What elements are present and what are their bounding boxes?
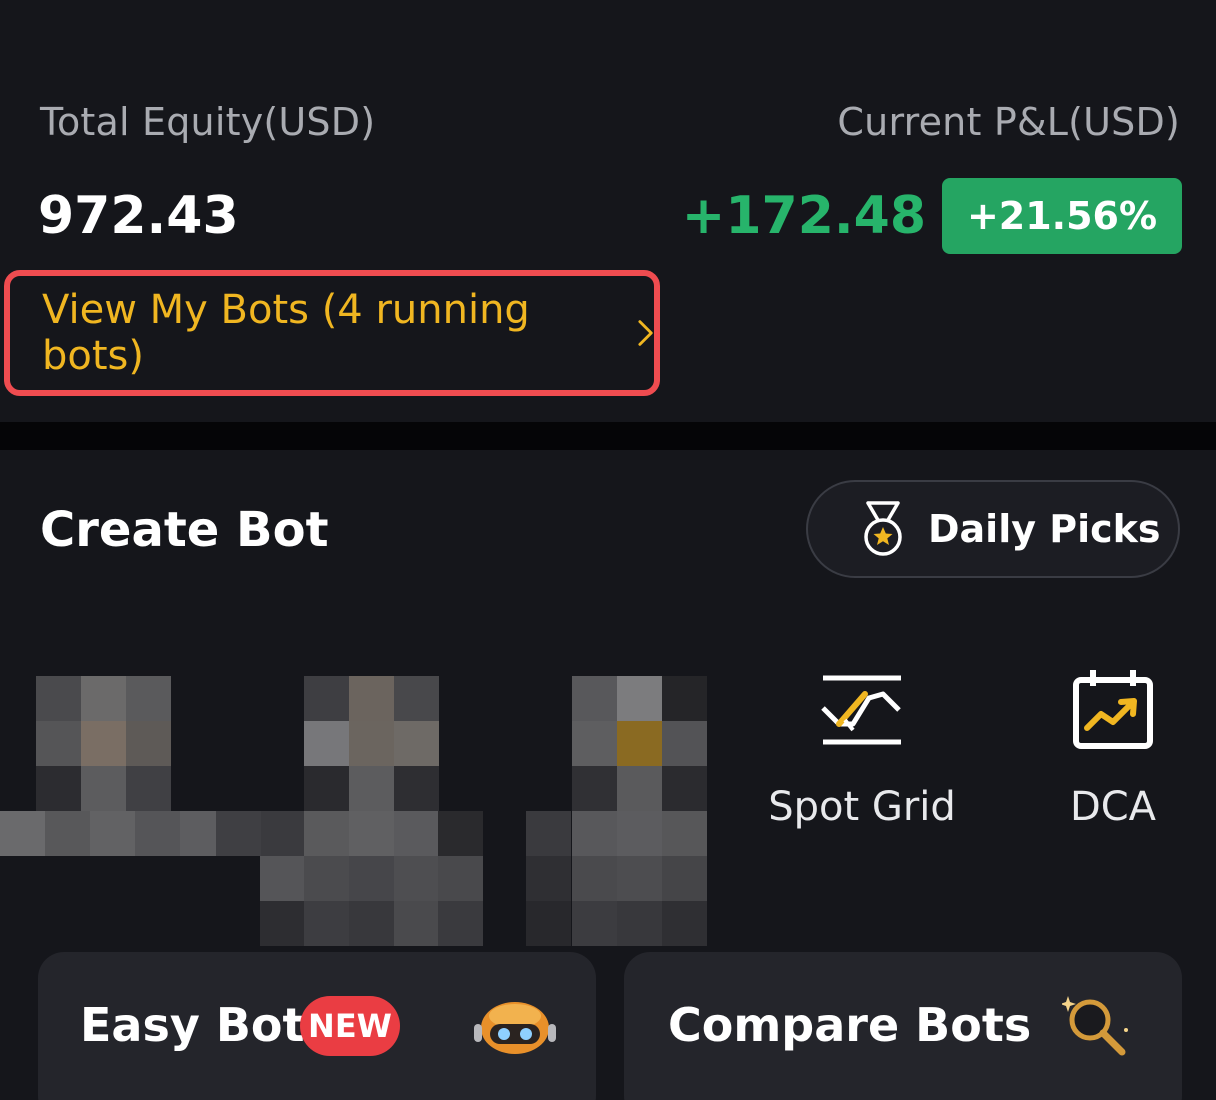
daily-picks-label: Daily Picks: [928, 507, 1161, 551]
pnl-value: +172.48: [681, 186, 926, 246]
easy-bot-label: Easy Bot: [80, 998, 305, 1052]
view-my-bots-link[interactable]: View My Bots (4 running bots): [4, 270, 660, 396]
spot-grid-icon: [821, 675, 901, 745]
create-bot-title: Create Bot: [40, 502, 329, 558]
compare-bots-label: Compare Bots: [668, 998, 1032, 1052]
pnl-percent-badge: +21.56%: [942, 178, 1182, 254]
medal-icon: [864, 501, 902, 556]
compare-bots-card[interactable]: Compare Bots: [624, 952, 1182, 1100]
redacted-bot-option[interactable]: [216, 676, 486, 946]
new-badge: NEW: [300, 996, 400, 1056]
total-equity-value: 972.43: [38, 186, 239, 246]
spot-grid-label: Spot Grid: [768, 784, 956, 830]
equity-summary: Total Equity(USD) Current P&L(USD) 972.4…: [0, 0, 1216, 422]
daily-picks-button[interactable]: Daily Picks: [806, 480, 1180, 578]
dca-option[interactable]: DCA: [1050, 668, 1176, 830]
dca-label: DCA: [1069, 784, 1157, 830]
pnl-row: +172.48 +21.56%: [682, 178, 1182, 254]
easy-bot-card[interactable]: Easy Bot NEW: [38, 952, 596, 1100]
redacted-bot-option[interactable]: [0, 676, 230, 856]
spot-grid-option[interactable]: Spot Grid: [764, 672, 960, 830]
magnifier-icon: [1062, 996, 1128, 1056]
dca-calendar-icon: [1073, 670, 1153, 749]
create-bot-section: Create Bot Daily Picks Spot Grid DCA Eas…: [0, 450, 1216, 1100]
total-equity-label: Total Equity(USD): [40, 100, 376, 144]
robot-icon: [474, 1002, 556, 1054]
chevron-right-icon: [638, 320, 653, 346]
pnl-label: Current P&L(USD): [837, 100, 1180, 144]
bots-screen: Total Equity(USD) Current P&L(USD) 972.4…: [0, 0, 1216, 1100]
redacted-bot-option[interactable]: [526, 676, 708, 946]
view-my-bots-label: View My Bots (4 running bots): [42, 287, 530, 379]
section-separator: [0, 422, 1216, 450]
